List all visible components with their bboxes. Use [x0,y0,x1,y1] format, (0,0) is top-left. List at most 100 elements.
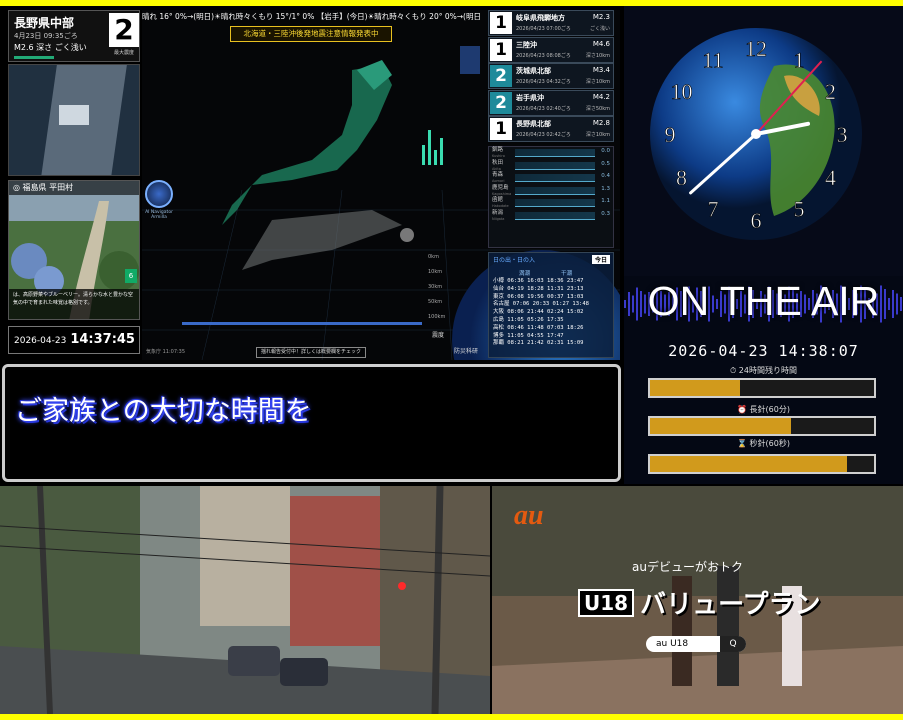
local-clock: 2026-04-23 14:37:45 [8,326,140,354]
navigator-label: AI Navigator Armilla [145,210,173,220]
tide-row: 高松 08:46 11:48 07:03 18:26 [493,324,584,331]
clock-numeral: 12 [745,36,767,61]
clock-numeral: 5 [794,196,805,221]
max-shindo: 2 [109,13,139,47]
eq-date: 2026/04/23 07:00ごろ [516,26,571,32]
station-value: 0.4 [601,173,610,179]
eq-depth: 深さ10km [585,52,610,59]
eq-magnitude: M3.4 [592,66,610,74]
live-street-camera [0,486,490,714]
eq-list-item[interactable]: 1 岐阜県飛騨地方 M2.3 2026/04/23 07:00ごろ ごく浅い [488,10,614,36]
on-air-clock-panel: 12 1 2 3 4 5 6 7 8 9 10 11 ON THE AIR 2026-04-23 14… [624,6,903,484]
station-row: 青森 Aomori 0.4 [489,172,613,185]
photo-location: ◎ 福島県 平田村 [9,181,139,195]
photo-badge: 6 [125,269,137,283]
ad-tagline: auデビューがおトク [632,560,743,574]
eq-date: 2026/04/23 08:08ごろ [516,52,571,59]
ai-navigator: AI Navigator Armilla [144,180,174,236]
station-roman: Niigata [492,216,505,221]
eq-shindo: 1 [490,38,512,61]
station-waveform [515,211,595,220]
ad-plan-name: U18 バリュープラン [578,584,821,621]
station-waveform [515,199,595,207]
search-icon[interactable]: Q [720,636,746,652]
eq-list-item[interactable]: 1 長野県北部 M2.8 2026/04/23 02:42ごろ 深さ10km [488,116,614,142]
quake-region: 長野県中部 [14,16,75,30]
tide-row: 広島 11:05 05:26 17:35 [493,316,564,323]
region-minimap [8,64,140,176]
progress-second-fill [650,456,848,472]
clock-numeral: 6 [751,208,762,233]
eq-magnitude: M2.3 [592,13,610,21]
subtitle-box: ご家族との大切な時間を [2,364,621,482]
today-tab[interactable]: 今日 [591,255,610,264]
eq-shindo: 1 [490,118,512,140]
tide-row: 仙台 04:19 18:28 11:31 23:13 [493,285,584,292]
nied-tag: 防災科研 [454,348,479,355]
bar-label-24h: ⏱ 24時間残り時間 [730,366,797,375]
u18-badge: U18 [578,589,635,617]
bottom-frame [0,714,903,720]
eq-magnitude: M4.2 [592,92,610,101]
eq-magnitude: M4.6 [592,39,610,48]
tide-table: 日の出・日の入 今日 満潮 干潮 小樽 06:36 16:03 18:36 23:… [488,252,614,358]
progress-minute [648,416,876,436]
eq-name: 三陸沖 [516,40,537,49]
tide-rows: 小樽 06:36 16:03 18:36 23:47 仙台 04:19 18:28… [493,278,589,348]
advertisement: au auデビューがおトク U18 バリュープラン au U18 Q [492,486,903,714]
tide-title: 日の出・日の入 [493,257,536,264]
clock-numeral: 11 [702,48,723,73]
clock-numeral: 10 [671,79,693,104]
street-camera-image [0,486,490,714]
eq-date: 2026/04/23 02:40ごろ [516,105,571,112]
eq-shindo: 1 [490,12,512,34]
station-waveform [515,149,595,157]
station-row: 新潟 Niigata 0.3 [489,210,613,223]
eq-depth: ごく浅い [589,26,610,32]
eq-name: 岩手県沖 [516,93,544,102]
depth-indicator [14,56,54,59]
quake-magnitude: M2.6 深さ ごく浅い [14,43,87,52]
eq-list-item[interactable]: 2 岩手県沖 M4.2 2026/04/23 02:40ごろ 深さ50km [488,89,614,116]
station-value: 0.3 [601,210,610,217]
eq-date: 2026/04/23 02:42ごろ [516,132,571,138]
eq-depth: 深さ50km [585,105,610,112]
tide-row: 那覇 08:21 21:42 02:31 15:09 [493,340,584,347]
eq-list-item[interactable]: 2 茨城県北部 M3.4 2026/04/23 04:32ごろ 深さ10km [488,63,614,89]
eq-list-item[interactable]: 1 三陸沖 M4.6 2026/04/23 08:08ごろ 深さ10km [488,36,614,63]
tide-row: 大阪 08:06 21:44 02:24 15:02 [493,309,584,316]
tide-columns: 満潮 干潮 [519,271,573,277]
quake-time: 4月23日 09:35ごろ [14,32,78,40]
on-air-label: ON THE AIR [647,278,880,324]
earthquake-list: 1 岐阜県飛騨地方 M2.3 2026/04/23 07:00ごろ ごく浅い 1 … [488,10,614,142]
map-timestamp: 気象庁 11:07:35 [146,349,186,355]
station-value: 1.3 [601,185,610,192]
scenic-photo: ◎ 福島県 平田村 6 は、高原野菜やブルーベリー。清らかな水と豊かな空気の中で… [8,180,140,320]
bar-label-minute: ⏰ 長針(60分) [737,405,790,414]
station-row: 秋田 Akita 0.5 [489,160,613,173]
eq-magnitude: M2.8 [592,119,610,127]
eq-depth: 深さ10km [585,79,610,85]
subtitle-text: ご家族との大切な時間を [15,396,312,427]
station-row: 釧路 Kushiro 0.0 [489,147,613,160]
ad-search-box[interactable]: au U18 Q [646,636,746,652]
station-waveform [515,161,595,170]
station-row: 鹿児島 Kagoshima 1.3 [489,185,613,198]
progress-second [648,454,876,474]
clock-numeral: 4 [825,165,836,190]
progress-24h [648,378,876,398]
clock-numeral: 8 [676,165,687,190]
weather-ticker: 晴れ 16° 0%→(明日)☀晴れ時々くもり 15°/1° 0% 【岩手】(今日… [142,12,480,21]
clock-numeral: 7 [708,196,719,221]
clock-numeral: 2 [825,79,836,104]
tide-row: 小樽 06:36 16:03 18:36 23:47 [493,278,584,284]
report-link-button[interactable]: 揺れ報告受付中！詳しくは概要欄をチェック [256,347,366,358]
navigator-icon [145,180,173,208]
latest-quake-panel: 長野県中部 4月23日 09:35ごろ M2.6 深さ ごく浅い 2 最大震度 [8,10,140,62]
clock-numeral: 9 [665,122,676,147]
bar-label-second: ⌛ 秒針(60秒) [737,439,790,448]
eq-date: 2026/04/23 04:32ごろ [516,79,571,85]
station-value: 0.0 [601,148,610,154]
progress-24h-fill [650,380,740,396]
clock-numeral: 3 [837,122,848,147]
